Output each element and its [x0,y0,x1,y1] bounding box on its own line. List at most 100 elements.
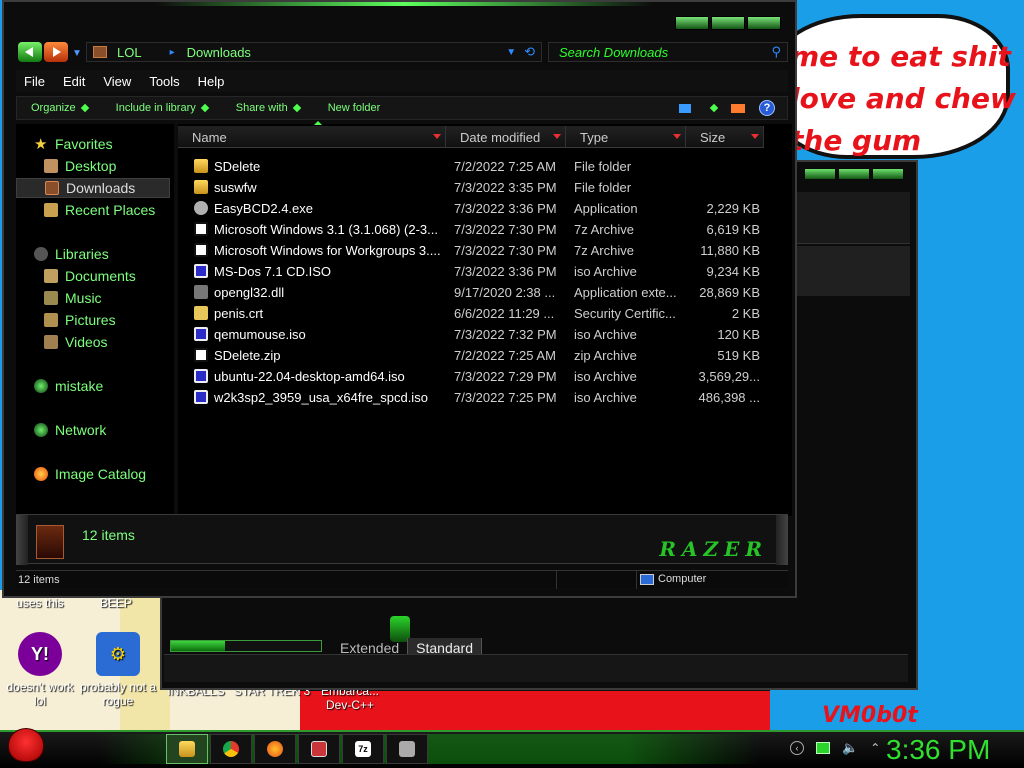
dropdown-icon [200,103,209,113]
file-row[interactable]: suswfw 7/3/2022 3:35 PM File folder [178,177,790,198]
taskbar-clock[interactable]: 3:36 PM [886,734,990,766]
task-firefox[interactable] [254,734,296,764]
file-row[interactable]: MS-Dos 7.1 CD.ISO 7/3/2022 3:36 PM iso Arc… [178,261,790,282]
start-button[interactable] [6,722,48,766]
razer-logo: RAZER [659,537,768,561]
file-name: Microsoft Windows 3.1 (3.1.068) (2-3... [214,222,438,237]
column-header-name[interactable]: Name [178,126,446,148]
file-row[interactable]: opengl32.dll 9/17/2020 2:38 ... Applicatio… [178,282,790,303]
column-header-size[interactable]: Size [686,126,764,148]
maximize-button[interactable] [711,16,745,30]
task-chrome[interactable] [210,734,252,764]
preview-pane-icon[interactable] [731,103,745,113]
wallpaper-watermark: VM0b0t [822,703,918,728]
tray-chevron-up-icon[interactable]: ⌃ [870,741,880,755]
breadcrumb-lol[interactable]: LOL [117,45,142,60]
nav-music[interactable]: Music [16,288,170,308]
details-pane-edge [16,515,28,565]
address-dropdown-chevron-down-icon[interactable]: ▼ [506,47,516,58]
desktop-icon-rogue[interactable]: ⚙ probably not a rogue [78,632,158,708]
change-view-icon[interactable] [679,103,691,113]
file-row[interactable]: SDelete 7/2/2022 7:25 AM File folder [178,156,790,177]
file-size: 28,869 KB [699,285,760,300]
column-dropdown-icon[interactable] [433,134,441,139]
forward-button[interactable] [44,42,68,62]
nav-recent-places[interactable]: Recent Places [16,200,170,220]
nav-documents[interactable]: Documents [16,266,170,286]
desktop-icon-uses-this[interactable]: uses this [0,596,80,610]
menu-file[interactable]: File [24,74,45,89]
search-icon[interactable]: ⚲ [771,44,781,60]
file-row[interactable]: SDelete.zip 7/2/2022 7:25 AM zip Archive 51… [178,345,790,366]
desktop-icon-beep[interactable]: BEEP [76,596,156,610]
file-row[interactable]: ubuntu-22.04-desktop-amd64.iso 7/3/2022 7… [178,366,790,387]
pictures-icon [44,313,58,327]
refresh-icon[interactable]: ⟲ [524,44,535,60]
nav-network[interactable]: Network [16,420,170,440]
explorer-window[interactable]: ▼ LOL ▸ Downloads ▼ ⟲ Search Downloads ⚲… [2,0,797,598]
back-button[interactable] [18,42,42,62]
image-catalog-icon [34,467,48,481]
file-date-modified: 7/3/2022 7:29 PM [454,369,557,384]
file-row[interactable]: Microsoft Windows 3.1 (3.1.068) (2-3... 7… [178,219,790,240]
file-row[interactable]: w2k3sp2_3959_usa_x64fre_spcd.iso 7/3/2022… [178,387,790,408]
new-folder-button[interactable]: New folder [328,102,381,114]
file-row[interactable]: EasyBCD2.4.exe 7/3/2022 3:36 PM Applicatio… [178,198,790,219]
menu-edit[interactable]: Edit [63,74,85,89]
desktop-icon-yahoo[interactable]: Y! doesn't work lol [0,632,80,708]
file-date-modified: 9/17/2020 2:38 ... [454,285,556,300]
file-type: 7z Archive [574,243,634,258]
organize-button[interactable]: Organize [31,102,89,114]
search-input[interactable]: Search Downloads ⚲ [548,42,788,62]
status-location: Computer [640,573,706,585]
file-date-modified: 6/6/2022 11:29 ... [454,306,555,321]
menu-help[interactable]: Help [198,74,225,89]
task-tool[interactable] [386,734,428,764]
crt-file-icon [194,306,208,320]
share-with-button[interactable]: Share with [236,102,301,114]
help-icon[interactable]: ? [759,100,775,116]
nav-videos[interactable]: Videos [16,332,170,352]
recent-pages-chevron-down-icon[interactable]: ▼ [72,48,82,59]
column-header-date-modified[interactable]: Date modified [446,126,566,148]
file-row[interactable]: penis.crt 6/6/2022 11:29 ... Security Cert… [178,303,790,324]
file-name: Microsoft Windows for Workgroups 3.... [214,243,441,258]
task-7zip[interactable]: 7z [342,734,384,764]
breadcrumb-separator-icon[interactable]: ▸ [170,47,175,58]
close-button[interactable] [747,16,781,30]
breadcrumb-downloads[interactable]: Downloads [187,45,251,60]
file-name: penis.crt [214,306,264,321]
file-size: 120 KB [717,327,760,342]
task-explorer[interactable] [166,734,208,764]
menu-tools[interactable]: Tools [149,74,179,89]
column-dropdown-icon[interactable] [751,134,759,139]
media-player-seek-slider[interactable] [170,640,322,652]
file-type: iso Archive [574,369,637,384]
nav-pictures[interactable]: Pictures [16,310,170,330]
file-name: w2k3sp2_3959_usa_x64fre_spcd.iso [214,390,428,405]
nav-mistake[interactable]: mistake [16,376,170,396]
column-header-type[interactable]: Type [566,126,686,148]
nav-downloads[interactable]: Downloads [16,178,170,198]
address-bar[interactable]: LOL ▸ Downloads ▼ ⟲ [86,42,542,62]
minimize-button[interactable] [675,16,709,30]
nav-favorites[interactable]: ★ Favorites [16,134,170,154]
media-player-status-bar [164,654,908,682]
nav-desktop[interactable]: Desktop [16,156,170,176]
7z-file-icon [194,222,208,236]
include-in-library-button[interactable]: Include in library [116,102,209,114]
show-hidden-icons-chevron-icon[interactable]: ‹ [790,741,804,755]
column-dropdown-icon[interactable] [673,134,681,139]
file-row[interactable]: Microsoft Windows for Workgroups 3.... 7/… [178,240,790,261]
view-dropdown-icon[interactable] [709,103,719,113]
sort-indicator-icon [314,121,322,125]
media-player-window-buttons[interactable] [804,168,904,180]
network-status-icon[interactable] [816,742,830,754]
file-row[interactable]: qemumouse.iso 7/3/2022 7:32 PM iso Archive… [178,324,790,345]
volume-icon[interactable]: 🔈 [842,740,858,756]
menu-view[interactable]: View [103,74,131,89]
task-app[interactable] [298,734,340,764]
nav-image-catalog[interactable]: Image Catalog [16,464,170,484]
column-dropdown-icon[interactable] [553,134,561,139]
nav-libraries[interactable]: Libraries [16,244,170,264]
